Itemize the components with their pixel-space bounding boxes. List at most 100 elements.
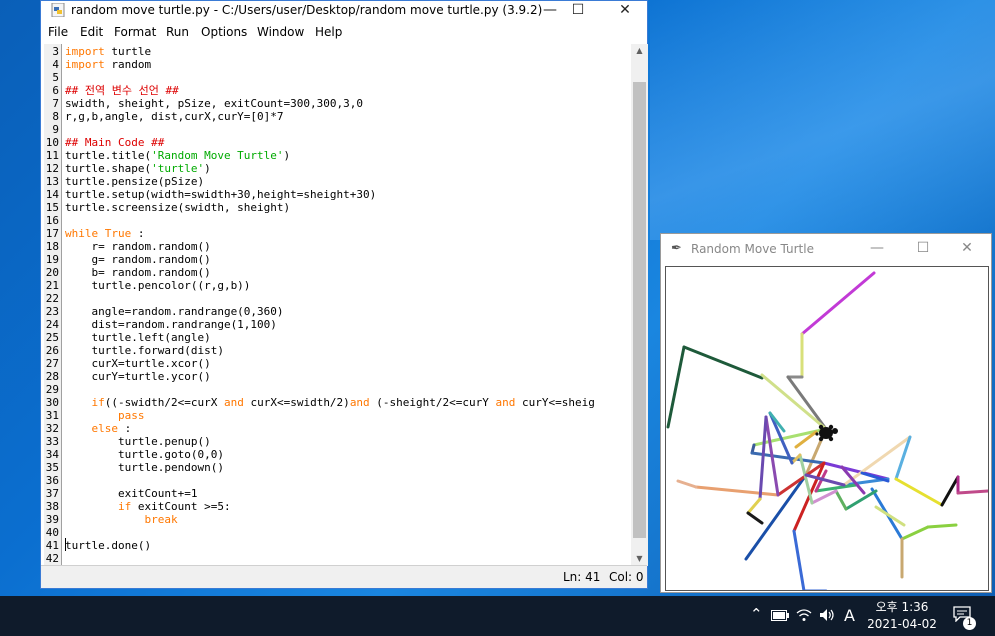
code-token: ((-swidth/2<=curX xyxy=(104,396,224,409)
line-number: 38 xyxy=(45,500,59,513)
turtle-path-segment xyxy=(804,473,846,487)
code-line: curX=turtle.xcor() xyxy=(65,357,625,370)
code-token: turtle.penup() xyxy=(65,435,211,448)
code-line: else : xyxy=(65,422,625,435)
wifi-icon[interactable] xyxy=(796,608,812,622)
code-token: turtle.left(angle) xyxy=(65,331,211,344)
code-token: ) xyxy=(204,162,211,175)
status-line: Ln: 41 xyxy=(563,570,601,584)
turtle-minimize-button[interactable]: — xyxy=(857,240,897,256)
battery-icon[interactable] xyxy=(771,610,789,621)
line-number: 8 xyxy=(52,110,59,123)
scroll-up-arrow-icon[interactable]: ▲ xyxy=(631,44,648,58)
code-token: import xyxy=(65,58,105,71)
code-token: and xyxy=(349,396,370,409)
line-number: 16 xyxy=(45,214,59,227)
turtle-close-button[interactable]: ✕ xyxy=(947,240,987,256)
menu-run[interactable]: Run xyxy=(166,25,189,39)
code-line: turtle.shape('turtle') xyxy=(65,162,625,175)
line-number: 32 xyxy=(45,422,59,435)
turtle-maximize-button[interactable]: ☐ xyxy=(903,240,943,256)
code-line: r,g,b,angle, dist,curX,curY=[0]*7 xyxy=(65,110,625,123)
menu-format[interactable]: Format xyxy=(114,25,156,39)
line-number: 15 xyxy=(45,201,59,214)
menu-file[interactable]: File xyxy=(48,25,68,39)
code-token: : xyxy=(118,422,132,435)
code-token: turtle.pensize(pSize) xyxy=(65,175,205,188)
code-editor[interactable]: 3 4 5 6 7 8 9 10 11 12 13 14 15 16 17 18 19 20 21 22 23 24 25 2… xyxy=(44,44,629,566)
code-line: turtle.pencolor((r,g,b)) xyxy=(65,279,625,292)
code-token: turtle.shape( xyxy=(65,162,152,175)
turtle-path-segment xyxy=(746,511,764,525)
code-line: turtle.left(angle) xyxy=(65,331,625,344)
code-token: turtle.pencolor((r,g,b)) xyxy=(65,279,251,292)
code-token: else xyxy=(91,422,119,435)
scroll-down-arrow-icon[interactable]: ▼ xyxy=(631,552,648,566)
code-line: import random xyxy=(65,58,625,71)
maximize-button[interactable]: ☐ xyxy=(555,1,601,21)
turtle-path-segment xyxy=(844,489,878,511)
code-line: g= random.random() xyxy=(65,253,625,266)
turtle-path-segment xyxy=(758,415,768,501)
code-token: if xyxy=(91,396,105,409)
code-line: r= random.random() xyxy=(65,240,625,253)
volume-icon[interactable] xyxy=(819,608,835,622)
code-line: ## 전역 변수 선언 ## xyxy=(65,84,625,97)
idle-editor-window: random move turtle.py - C:/Users/user/De… xyxy=(40,0,648,589)
code-token: turtle.title( xyxy=(65,149,152,162)
code-token: dist=random.randrange(1,100) xyxy=(65,318,277,331)
clock-date: 2021-04-02 xyxy=(867,617,937,631)
line-number: 11 xyxy=(45,149,59,162)
code-token: turtle.goto(0,0) xyxy=(65,448,224,461)
system-clock[interactable]: 오후 1:36 2021-04-02 xyxy=(862,599,942,633)
ime-indicator[interactable]: A xyxy=(844,606,855,625)
status-bar: Ln: 41 Col: 0 xyxy=(41,565,647,588)
line-number: 10 xyxy=(45,136,59,149)
code-token: turtle.screensize(swidth, sheight) xyxy=(65,201,291,214)
menu-options[interactable]: Options xyxy=(201,25,247,39)
turtle-graphics-window: ✒ Random Move Turtle — ☐ ✕ xyxy=(660,233,992,593)
code-token: break xyxy=(144,513,178,526)
menu-help[interactable]: Help xyxy=(315,25,342,39)
code-token: import xyxy=(65,45,105,58)
line-number: 4 xyxy=(52,58,59,71)
code-token: ) xyxy=(283,149,291,162)
turtle-path-segment xyxy=(956,489,988,495)
line-number: 9 xyxy=(52,123,59,136)
turtle-canvas xyxy=(665,266,989,591)
menu-window[interactable]: Window xyxy=(257,25,304,39)
code-token: curY=turtle.ycor() xyxy=(65,370,211,383)
code-line: break xyxy=(65,513,625,526)
menu-edit[interactable]: Edit xyxy=(80,25,103,39)
code-line: ## Main Code ## xyxy=(65,136,625,149)
turtle-path-segment xyxy=(666,345,686,429)
code-token: pass xyxy=(117,409,145,422)
line-number: 22 xyxy=(45,292,59,305)
code-token: (-sheight/2<=curY xyxy=(369,396,496,409)
vertical-scrollbar[interactable]: ▲ ▼ xyxy=(631,44,648,566)
turtle-path-segment xyxy=(940,475,960,507)
code-token: turtle xyxy=(104,45,152,58)
code-line: turtle.title('Random Move Turtle') xyxy=(65,149,625,162)
show-hidden-icons-chevron-icon[interactable]: ⌃ xyxy=(750,605,763,623)
line-number: 7 xyxy=(52,97,59,110)
line-number: 19 xyxy=(45,253,59,266)
code-line: turtle.penup() xyxy=(65,435,625,448)
close-button[interactable]: ✕ xyxy=(602,1,648,21)
turtle-path-segment xyxy=(874,505,906,527)
code-token: 'Random Move Turtle' xyxy=(151,149,284,162)
turtle-title-bar[interactable]: ✒ Random Move Turtle — ☐ ✕ xyxy=(661,234,991,264)
line-number: 24 xyxy=(45,318,59,331)
turtle-drawing xyxy=(666,271,988,590)
title-bar[interactable]: random move turtle.py - C:/Users/user/De… xyxy=(41,1,647,21)
clock-time: 오후 1:36 xyxy=(875,600,929,614)
code-line: turtle.screensize(swidth, sheight) xyxy=(65,201,625,214)
code-line: while True : xyxy=(65,227,625,240)
scrollbar-thumb[interactable] xyxy=(633,82,646,538)
text-cursor xyxy=(65,538,66,551)
code-token: ## 전역 변수 선언 ## xyxy=(65,84,179,97)
menu-bar: File Edit Format Run Options Window Help xyxy=(41,23,647,43)
